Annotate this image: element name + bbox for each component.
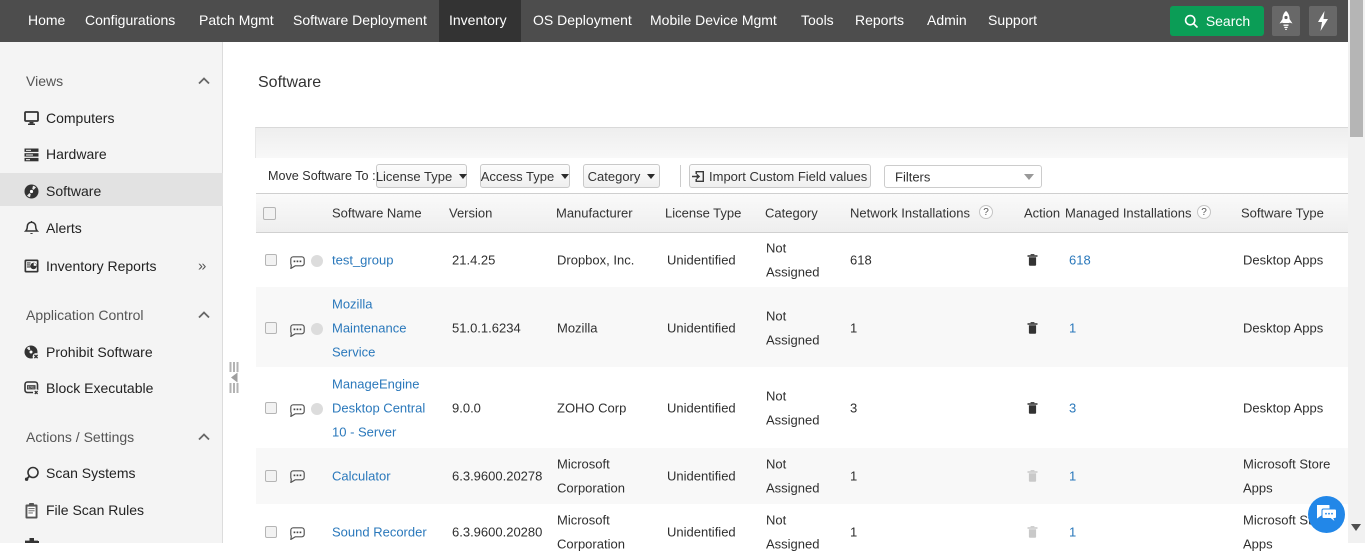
svg-text:EXE: EXE — [28, 386, 36, 390]
